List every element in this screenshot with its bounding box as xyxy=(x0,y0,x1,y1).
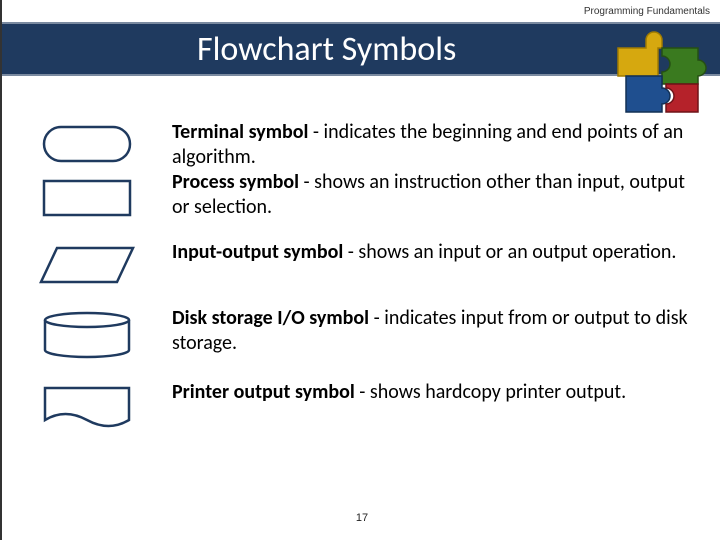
shape-cell xyxy=(2,240,172,286)
symbol-description: Disk storage I/O symbol - indicates inpu… xyxy=(172,306,702,356)
process-symbol-icon xyxy=(41,178,133,218)
symbol-description: Terminal symbol - indicates the beginnin… xyxy=(172,120,702,220)
disk-storage-symbol-icon xyxy=(41,310,133,360)
slide-title: Flowchart Symbols xyxy=(197,29,456,70)
symbol-name: Printer output symbol xyxy=(172,380,355,404)
shape-cell xyxy=(2,120,172,218)
symbol-name: Process symbol xyxy=(172,170,299,194)
shape-cell xyxy=(2,380,172,432)
symbol-row: Disk storage I/O symbol - indicates inpu… xyxy=(2,306,702,360)
content-area: Terminal symbol - indicates the beginnin… xyxy=(2,120,720,452)
symbol-row: Printer output symbol - shows hardcopy p… xyxy=(2,380,702,432)
shape-cell xyxy=(2,306,172,360)
symbol-name: Terminal symbol xyxy=(172,120,308,144)
symbol-row: Terminal symbol - indicates the beginnin… xyxy=(2,120,702,220)
page-number: 17 xyxy=(2,512,720,524)
symbol-row: Input-output symbol - shows an input or … xyxy=(2,240,702,286)
symbol-name: Input-output symbol xyxy=(172,240,343,264)
terminal-symbol-icon xyxy=(41,124,133,164)
symbol-description: Input-output symbol - shows an input or … xyxy=(172,240,702,265)
printer-output-symbol-icon xyxy=(41,384,133,432)
puzzle-decoration-icon xyxy=(608,16,716,124)
symbol-text: - shows hardcopy printer output. xyxy=(355,380,626,404)
symbol-name: Disk storage I/O symbol xyxy=(172,306,369,330)
symbol-text: - shows an input or an output operation. xyxy=(343,240,676,264)
io-symbol-icon xyxy=(37,244,137,286)
symbol-description: Printer output symbol - shows hardcopy p… xyxy=(172,380,702,405)
